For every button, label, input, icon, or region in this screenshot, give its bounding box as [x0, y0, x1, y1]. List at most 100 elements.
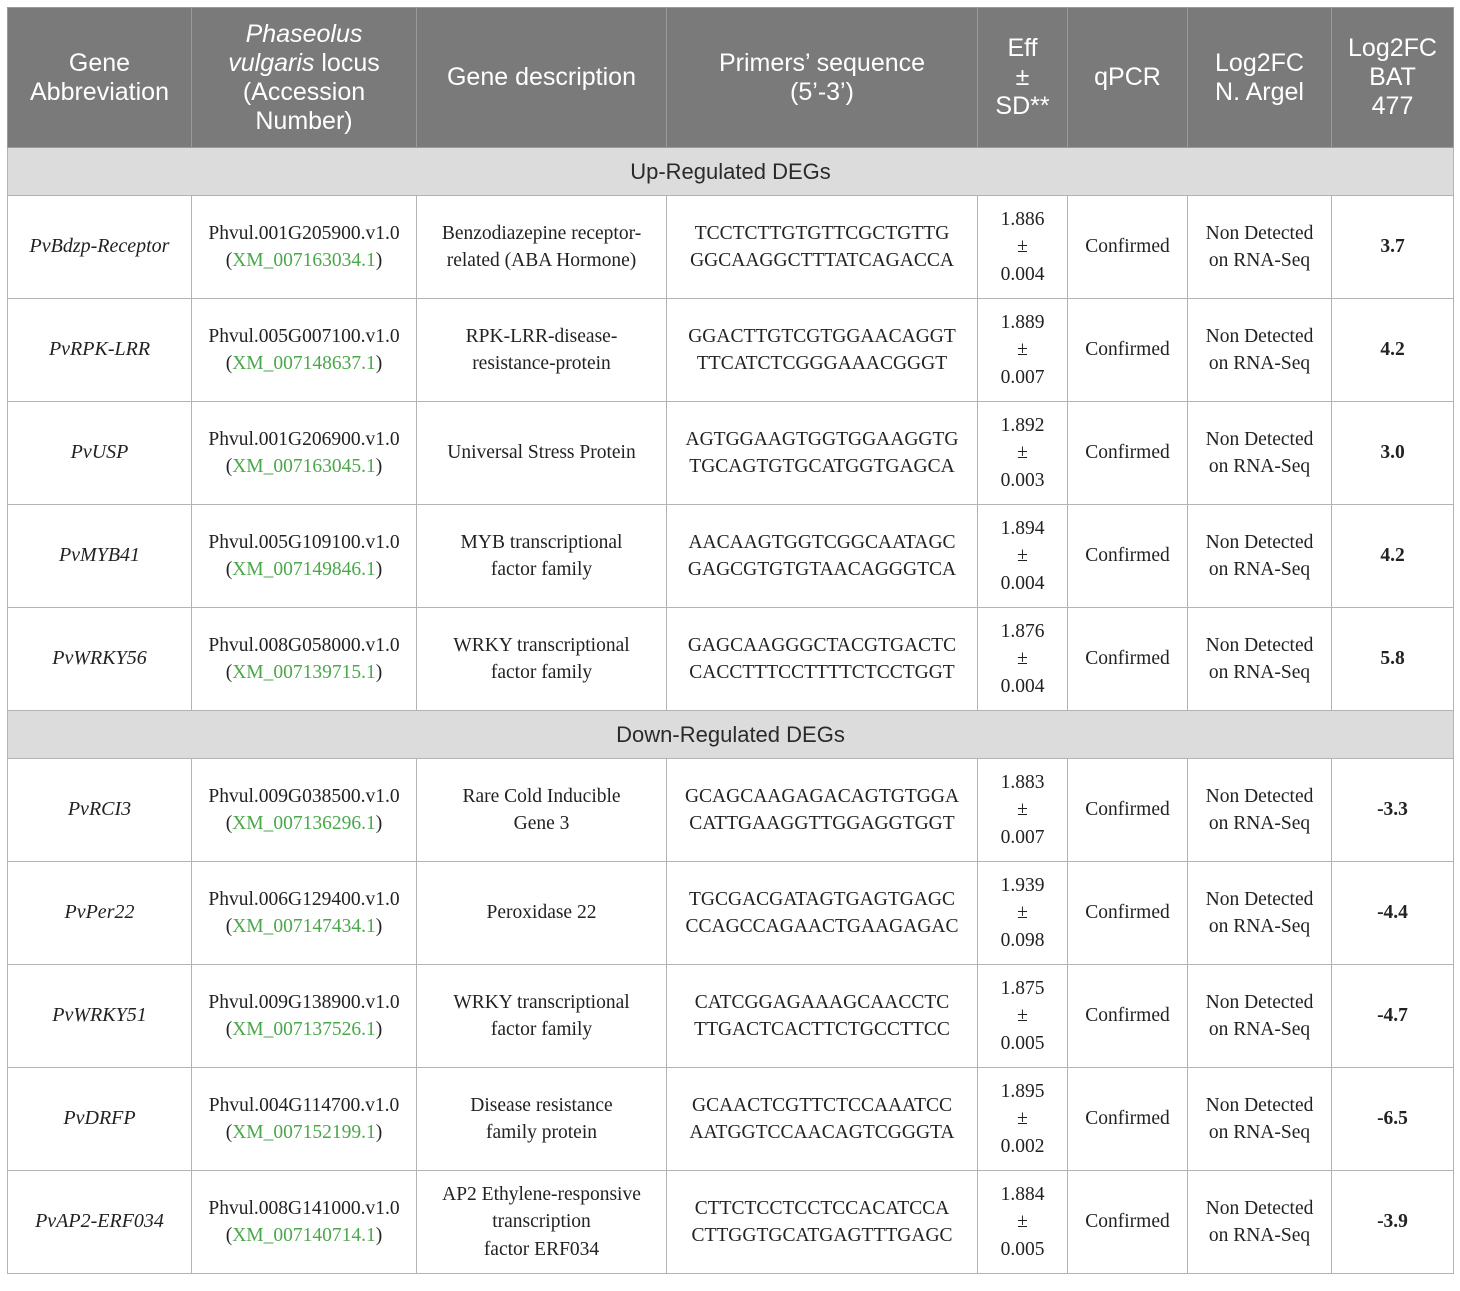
table-body: Up-Regulated DEGs PvBdzp-Receptor Phvul.…	[7, 147, 1454, 1274]
accession-link[interactable]: XM_007136296.1	[232, 813, 376, 834]
table-row: PvMYB41 Phvul.005G109100.v1.0 (XM_007149…	[7, 504, 1454, 608]
header-qpcr: qPCR	[1067, 7, 1188, 148]
locus-cell: Phvul.004G114700.v1.0 (XM_007152199.1)	[191, 1067, 417, 1171]
locus-id: Phvul.009G038500.v1.0	[208, 785, 400, 807]
locus-id: Phvul.004G114700.v1.0	[208, 1094, 400, 1116]
gene-description: Benzodiazepine receptor-related (ABA Hor…	[416, 195, 667, 299]
efficiency-cell: 1.892 ± 0.003	[977, 401, 1068, 505]
sd-value: 0.005	[1000, 1238, 1045, 1260]
log2fc-bat477: 3.0	[1331, 401, 1454, 505]
log2fc-argel: Non Detected on RNA-Seq	[1187, 298, 1332, 402]
table-row: PvWRKY56 Phvul.008G058000.v1.0 (XM_00713…	[7, 607, 1454, 711]
accession-link[interactable]: XM_007163045.1	[232, 456, 376, 477]
gene-description: MYB transcriptional factor family	[416, 504, 667, 608]
gene-abbreviation: PvRCI3	[7, 758, 192, 862]
log2fc-argel: Non Detected on RNA-Seq	[1187, 607, 1332, 711]
sd-value: 0.004	[1000, 675, 1045, 697]
gene-description: RPK-LRR-disease-resistance-protein	[416, 298, 667, 402]
efficiency-cell: 1.876 ± 0.004	[977, 607, 1068, 711]
gene-abbreviation: PvRPK-LRR	[7, 298, 192, 402]
log2fc-argel: Non Detected on RNA-Seq	[1187, 195, 1332, 299]
efficiency-value: 1.883	[1000, 771, 1045, 793]
accession-link[interactable]: XM_007140714.1	[232, 1225, 376, 1246]
log2fc-argel: Non Detected on RNA-Seq	[1187, 504, 1332, 608]
header-gene-description: Gene description	[416, 7, 667, 148]
sd-value: 0.007	[1000, 366, 1045, 388]
table-row: PvAP2-ERF034 Phvul.008G141000.v1.0 (XM_0…	[7, 1170, 1454, 1274]
primer-sequences: TCCTCTTGTGTTCGCTGTTG GGCAAGGCTTTATCAGACCA	[666, 195, 978, 299]
gene-description: Disease resistance family protein	[416, 1067, 667, 1171]
table-row: PvBdzp-Receptor Phvul.001G205900.v1.0 (X…	[7, 195, 1454, 299]
primer-sequences: TGCGACGATAGTGAGTGAGC CCAGCCAGAACTGAAGAGAC	[666, 861, 978, 965]
qpcr-status: Confirmed	[1067, 1170, 1188, 1274]
locus-id: Phvul.006G129400.v1.0	[208, 888, 400, 910]
efficiency-value: 1.892	[1000, 414, 1045, 436]
locus-cell: Phvul.005G007100.v1.0 (XM_007148637.1)	[191, 298, 417, 402]
locus-id: Phvul.001G206900.v1.0	[208, 428, 400, 450]
accession-link[interactable]: XM_007149846.1	[232, 559, 376, 580]
accession-link[interactable]: XM_007163034.1	[232, 250, 376, 271]
log2fc-argel: Non Detected on RNA-Seq	[1187, 758, 1332, 862]
efficiency-cell: 1.884 ± 0.005	[977, 1170, 1068, 1274]
header-log2fc-bat477: Log2FC BAT 477	[1331, 7, 1454, 148]
locus-id: Phvul.009G138900.v1.0	[208, 991, 400, 1013]
gene-abbreviation: PvDRFP	[7, 1067, 192, 1171]
log2fc-bat477: -4.7	[1331, 964, 1454, 1068]
qpcr-status: Confirmed	[1067, 401, 1188, 505]
primer-sequences: CATCGGAGAAAGCAACCTC TTGACTCACTTCTGCCTTCC	[666, 964, 978, 1068]
accession-link[interactable]: XM_007139715.1	[232, 662, 376, 683]
efficiency-cell: 1.875 ± 0.005	[977, 964, 1068, 1068]
qpcr-status: Confirmed	[1067, 298, 1188, 402]
accession-link[interactable]: XM_007148637.1	[232, 353, 376, 374]
gene-description: Rare Cold Inducible Gene 3	[416, 758, 667, 862]
primer-sequences: GCAACTCGTTCTCCAAATCC AATGGTCCAACAGTCGGGTA	[666, 1067, 978, 1171]
efficiency-value: 1.939	[1000, 874, 1045, 896]
locus-id: Phvul.001G205900.v1.0	[208, 222, 400, 244]
table-row: PvPer22 Phvul.006G129400.v1.0 (XM_007147…	[7, 861, 1454, 965]
header-row: Gene Abbreviation Phaseolus vulgaris loc…	[7, 7, 1454, 148]
primer-sequences: GAGCAAGGGCTACGTGACTC CACCTTTCCTTTTCTCCTGG…	[666, 607, 978, 711]
efficiency-cell: 1.895 ± 0.002	[977, 1067, 1068, 1171]
primer-sequences: GCAGCAAGAGACAGTGTGGA CATTGAAGGTTGGAGGTGGT	[666, 758, 978, 862]
sd-value: 0.007	[1000, 826, 1045, 848]
locus-id: Phvul.005G109100.v1.0	[208, 531, 400, 553]
sd-value: 0.005	[1000, 1032, 1045, 1054]
log2fc-argel: Non Detected on RNA-Seq	[1187, 1170, 1332, 1274]
efficiency-cell: 1.889 ± 0.007	[977, 298, 1068, 402]
log2fc-bat477: -4.4	[1331, 861, 1454, 965]
qpcr-status: Confirmed	[1067, 964, 1188, 1068]
gene-abbreviation: PvBdzp-Receptor	[7, 195, 192, 299]
primer-sequences: GGACTTGTCGTGGAACAGGT TTCATCTCGGGAAACGGGT	[666, 298, 978, 402]
gene-description: AP2 Ethylene-responsive transcription fact…	[416, 1170, 667, 1274]
gene-description: Universal Stress Protein	[416, 401, 667, 505]
gene-abbreviation: PvAP2-ERF034	[7, 1170, 192, 1274]
header-eff: Eff ± SD**	[977, 7, 1068, 148]
table-row: PvWRKY51 Phvul.009G138900.v1.0 (XM_00713…	[7, 964, 1454, 1068]
gene-abbreviation: PvMYB41	[7, 504, 192, 608]
gene-table: Gene Abbreviation Phaseolus vulgaris loc…	[7, 7, 1454, 1274]
accession-link[interactable]: XM_007152199.1	[232, 1122, 376, 1143]
efficiency-value: 1.895	[1000, 1080, 1045, 1102]
log2fc-bat477: 3.7	[1331, 195, 1454, 299]
section-row-down: Down-Regulated DEGs	[7, 710, 1454, 759]
efficiency-cell: 1.883 ± 0.007	[977, 758, 1068, 862]
table-row: PvUSP Phvul.001G206900.v1.0 (XM_00716304…	[7, 401, 1454, 505]
qpcr-status: Confirmed	[1067, 504, 1188, 608]
gene-abbreviation: PvWRKY51	[7, 964, 192, 1068]
locus-cell: Phvul.008G141000.v1.0 (XM_007140714.1)	[191, 1170, 417, 1274]
locus-id: Phvul.008G058000.v1.0	[208, 634, 400, 656]
locus-cell: Phvul.006G129400.v1.0 (XM_007147434.1)	[191, 861, 417, 965]
header-gene-abbreviation: Gene Abbreviation	[7, 7, 192, 148]
log2fc-bat477: -3.9	[1331, 1170, 1454, 1274]
header-log2fc-argel: Log2FC N. Argel	[1187, 7, 1332, 148]
gene-description: WRKY transcriptional factor family	[416, 607, 667, 711]
efficiency-cell: 1.886 ± 0.004	[977, 195, 1068, 299]
section-row-up: Up-Regulated DEGs	[7, 147, 1454, 196]
sd-value: 0.004	[1000, 572, 1045, 594]
locus-cell: Phvul.009G038500.v1.0 (XM_007136296.1)	[191, 758, 417, 862]
efficiency-cell: 1.939 ± 0.098	[977, 861, 1068, 965]
accession-link[interactable]: XM_007137526.1	[232, 1019, 376, 1040]
sd-value: 0.004	[1000, 263, 1045, 285]
locus-cell: Phvul.009G138900.v1.0 (XM_007137526.1)	[191, 964, 417, 1068]
accession-link[interactable]: XM_007147434.1	[232, 916, 376, 937]
